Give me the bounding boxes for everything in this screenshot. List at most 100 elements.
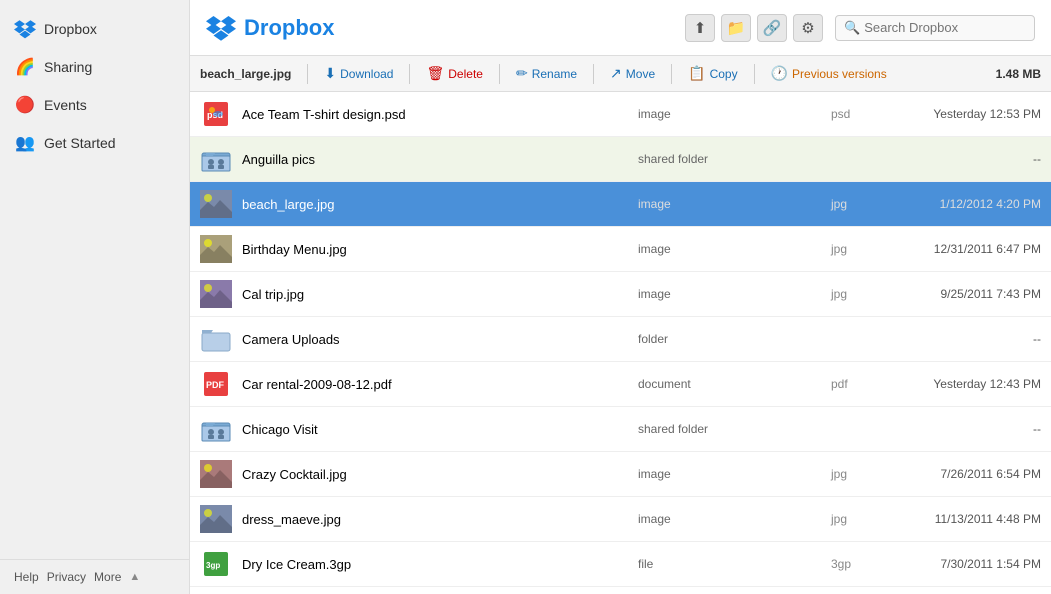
main-area: Dropbox ⬆ 📁 🔗 ⚙ 🔍 beach_large.jpg ⬇ Down… [190, 0, 1051, 594]
file-icon: PDF [200, 368, 232, 400]
header-logo: Dropbox [206, 13, 685, 43]
rename-button[interactable]: ✏ Rename [508, 62, 585, 85]
file-name: Anguilla pics [242, 152, 628, 167]
file-type: shared folder [628, 422, 831, 436]
file-size: 1.48 MB [996, 67, 1041, 81]
file-ext: jpg [831, 467, 881, 481]
dropbox-icon [14, 18, 36, 40]
settings-icon-btn[interactable]: ⚙ [793, 14, 823, 42]
file-type: shared folder [628, 152, 831, 166]
file-ext: pdf [831, 377, 881, 391]
table-row[interactable]: PDF Car rental-2009-08-12.pdfdocumentpdf… [190, 362, 1051, 407]
toolbar-separator-4 [593, 64, 594, 84]
file-icon [200, 278, 232, 310]
toolbar-separator-5 [671, 64, 672, 84]
table-row[interactable]: 3gp Dry Ice Cream.3gpfile3gp7/30/2011 1:… [190, 542, 1051, 587]
file-date: 11/13/2011 4:48 PM [881, 512, 1041, 526]
copy-button[interactable]: 📋 Copy [680, 62, 745, 85]
file-ext: jpg [831, 287, 881, 301]
search-box: 🔍 [835, 15, 1035, 41]
rename-icon: ✏ [516, 65, 528, 82]
file-ext: psd [831, 107, 881, 121]
file-date: -- [881, 332, 1041, 346]
more-link[interactable]: More [94, 570, 121, 584]
sidebar: Dropbox 🌈 Sharing 🔴 Events 👥 Get Started… [0, 0, 190, 594]
delete-icon: 🗑 [426, 65, 444, 82]
file-name: Ace Team T-shirt design.psd [242, 107, 628, 122]
footer-arrow: ▲ [129, 571, 140, 583]
table-row[interactable]: Crazy Cocktail.jpgimagejpg7/26/2011 6:54… [190, 452, 1051, 497]
file-ext: jpg [831, 242, 881, 256]
move-button[interactable]: ↗ Move [602, 62, 663, 85]
file-name: Crazy Cocktail.jpg [242, 467, 628, 482]
toolbar-separator-6 [754, 64, 755, 84]
file-date: 7/30/2011 1:54 PM [881, 557, 1041, 571]
file-list: psd Ace Team T-shirt design.psdimagepsdY… [190, 92, 1051, 594]
file-type: image [628, 242, 831, 256]
history-icon: 🕐 [771, 65, 788, 82]
file-name: Camera Uploads [242, 332, 628, 347]
table-row[interactable]: Cal trip.jpgimagejpg9/25/2011 7:43 PM [190, 272, 1051, 317]
download-button[interactable]: ⬇ Download [316, 62, 401, 85]
file-icon [200, 323, 232, 355]
file-date: 12/31/2011 6:47 PM [881, 242, 1041, 256]
sidebar-item-sharing[interactable]: 🌈 Sharing [0, 48, 189, 86]
table-row[interactable]: beach_large.jpgimagejpg1/12/2012 4:20 PM [190, 182, 1051, 227]
previous-versions-button[interactable]: 🕐 Previous versions [763, 62, 895, 85]
file-type: image [628, 197, 831, 211]
file-date: Yesterday 12:43 PM [881, 377, 1041, 391]
share-folder-icon-btn[interactable]: 🔗 [757, 14, 787, 42]
events-icon: 🔴 [14, 94, 36, 116]
toolbar-separator-1 [307, 64, 308, 84]
sidebar-item-events[interactable]: 🔴 Events [0, 86, 189, 124]
table-row[interactable]: Chicago Visitshared folder-- [190, 407, 1051, 452]
svg-text:3gp: 3gp [206, 561, 220, 570]
sharing-icon: 🌈 [14, 56, 36, 78]
header-icons: ⬆ 📁 🔗 ⚙ [685, 14, 823, 42]
svg-text:PDF: PDF [206, 380, 225, 390]
file-type: image [628, 512, 831, 526]
file-date: 1/12/2012 4:20 PM [881, 197, 1041, 211]
header-title: Dropbox [244, 15, 334, 41]
file-icon: psd [200, 98, 232, 130]
file-ext: jpg [831, 197, 881, 211]
file-name: Chicago Visit [242, 422, 628, 437]
privacy-link[interactable]: Privacy [47, 570, 86, 584]
sidebar-item-sharing-label: Sharing [44, 59, 92, 75]
table-row[interactable]: Birthday Menu.jpgimagejpg12/31/2011 6:47… [190, 227, 1051, 272]
delete-button[interactable]: 🗑 Delete [418, 62, 490, 85]
upload-icon-btn[interactable]: ⬆ [685, 14, 715, 42]
table-row[interactable]: psd Ace Team T-shirt design.psdimagepsdY… [190, 92, 1051, 137]
file-name: Dry Ice Cream.3gp [242, 557, 628, 572]
sidebar-item-dropbox[interactable]: Dropbox [0, 10, 189, 48]
toolbar-separator-3 [499, 64, 500, 84]
file-type: image [628, 287, 831, 301]
file-icon [200, 458, 232, 490]
file-icon [200, 143, 232, 175]
file-ext: 3gp [831, 557, 881, 571]
sidebar-footer: Help Privacy More ▲ [0, 559, 189, 594]
table-row[interactable]: dress_maeve.jpgimagejpg11/13/2011 4:48 P… [190, 497, 1051, 542]
table-row[interactable]: Camera Uploadsfolder-- [190, 317, 1051, 362]
copy-icon: 📋 [688, 65, 705, 82]
file-date: 9/25/2011 7:43 PM [881, 287, 1041, 301]
search-icon: 🔍 [844, 20, 860, 36]
file-icon [200, 233, 232, 265]
file-icon [200, 188, 232, 220]
sidebar-item-get-started-label: Get Started [44, 135, 116, 151]
file-name: Birthday Menu.jpg [242, 242, 628, 257]
sidebar-item-events-label: Events [44, 97, 87, 113]
new-folder-icon-btn[interactable]: 📁 [721, 14, 751, 42]
search-input[interactable] [864, 20, 1024, 35]
toolbar: beach_large.jpg ⬇ Download 🗑 Delete ✏ Re… [190, 56, 1051, 92]
file-ext: jpg [831, 512, 881, 526]
sidebar-item-get-started[interactable]: 👥 Get Started [0, 124, 189, 162]
get-started-icon: 👥 [14, 132, 36, 154]
file-type: document [628, 377, 831, 391]
table-row[interactable]: Anguilla picsshared folder-- [190, 137, 1051, 182]
help-link[interactable]: Help [14, 570, 39, 584]
file-type: image [628, 107, 831, 121]
header: Dropbox ⬆ 📁 🔗 ⚙ 🔍 [190, 0, 1051, 56]
file-name: Car rental-2009-08-12.pdf [242, 377, 628, 392]
file-icon: 3gp [200, 548, 232, 580]
